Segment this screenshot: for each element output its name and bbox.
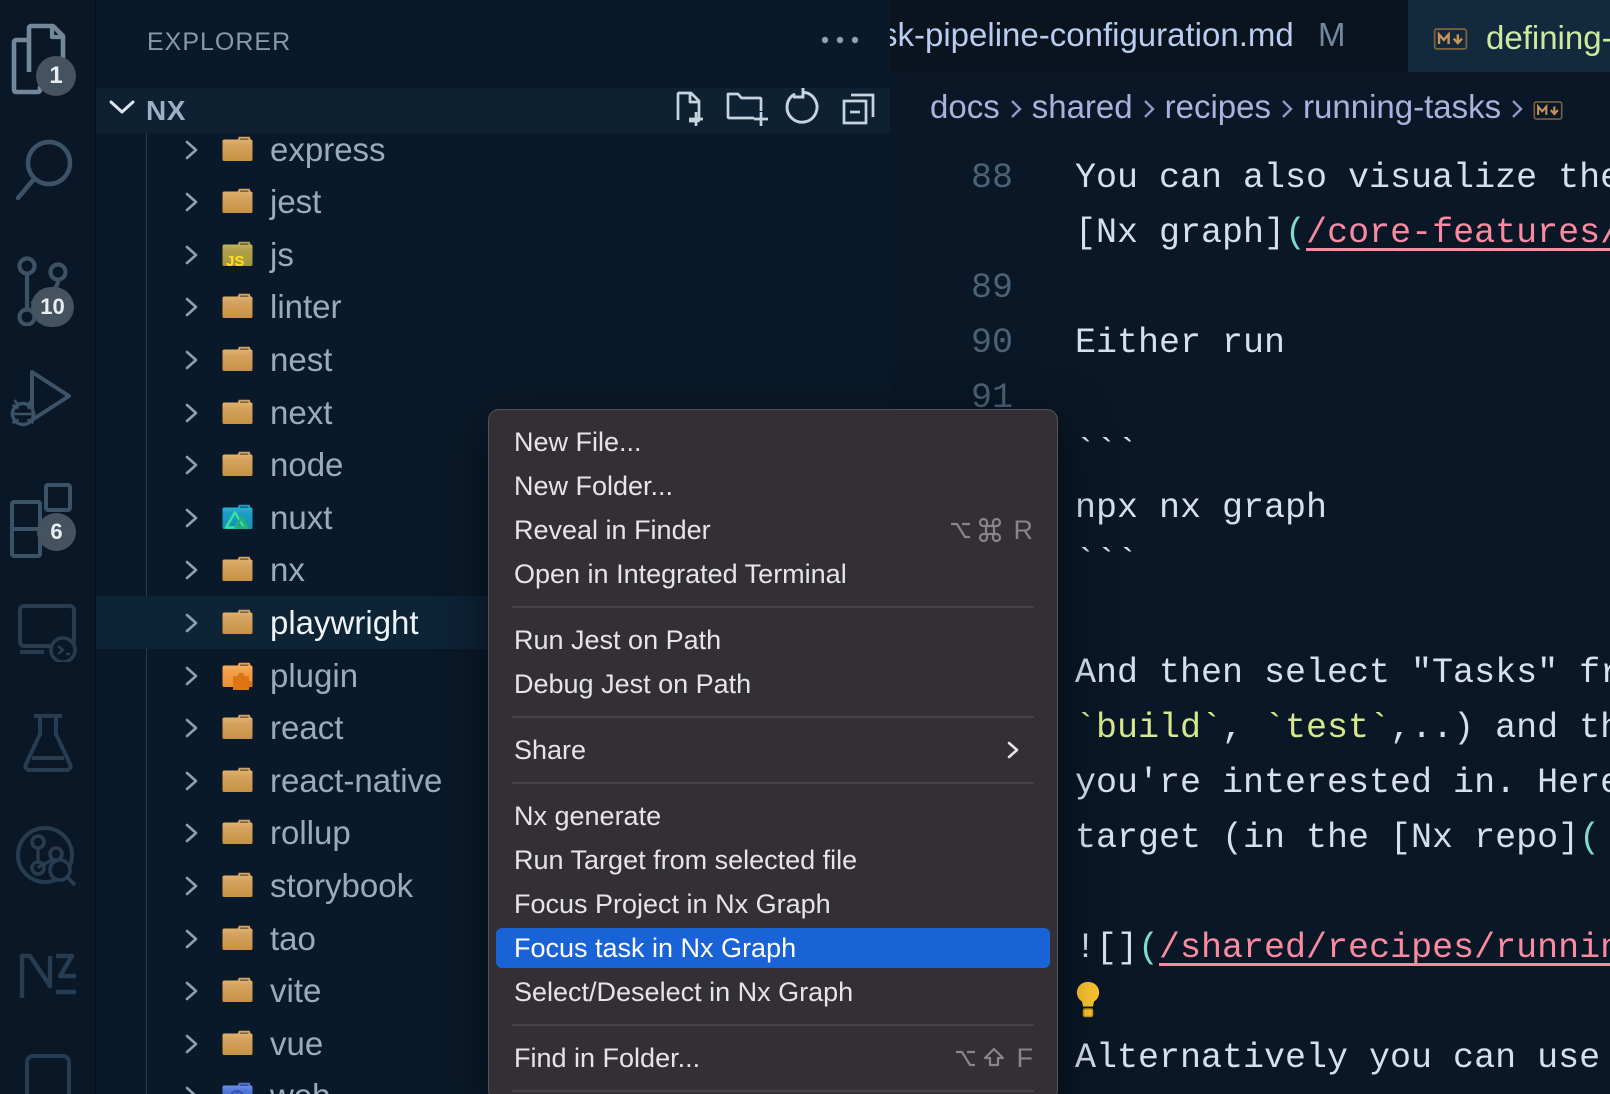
svg-text:JS: JS	[226, 253, 244, 269]
